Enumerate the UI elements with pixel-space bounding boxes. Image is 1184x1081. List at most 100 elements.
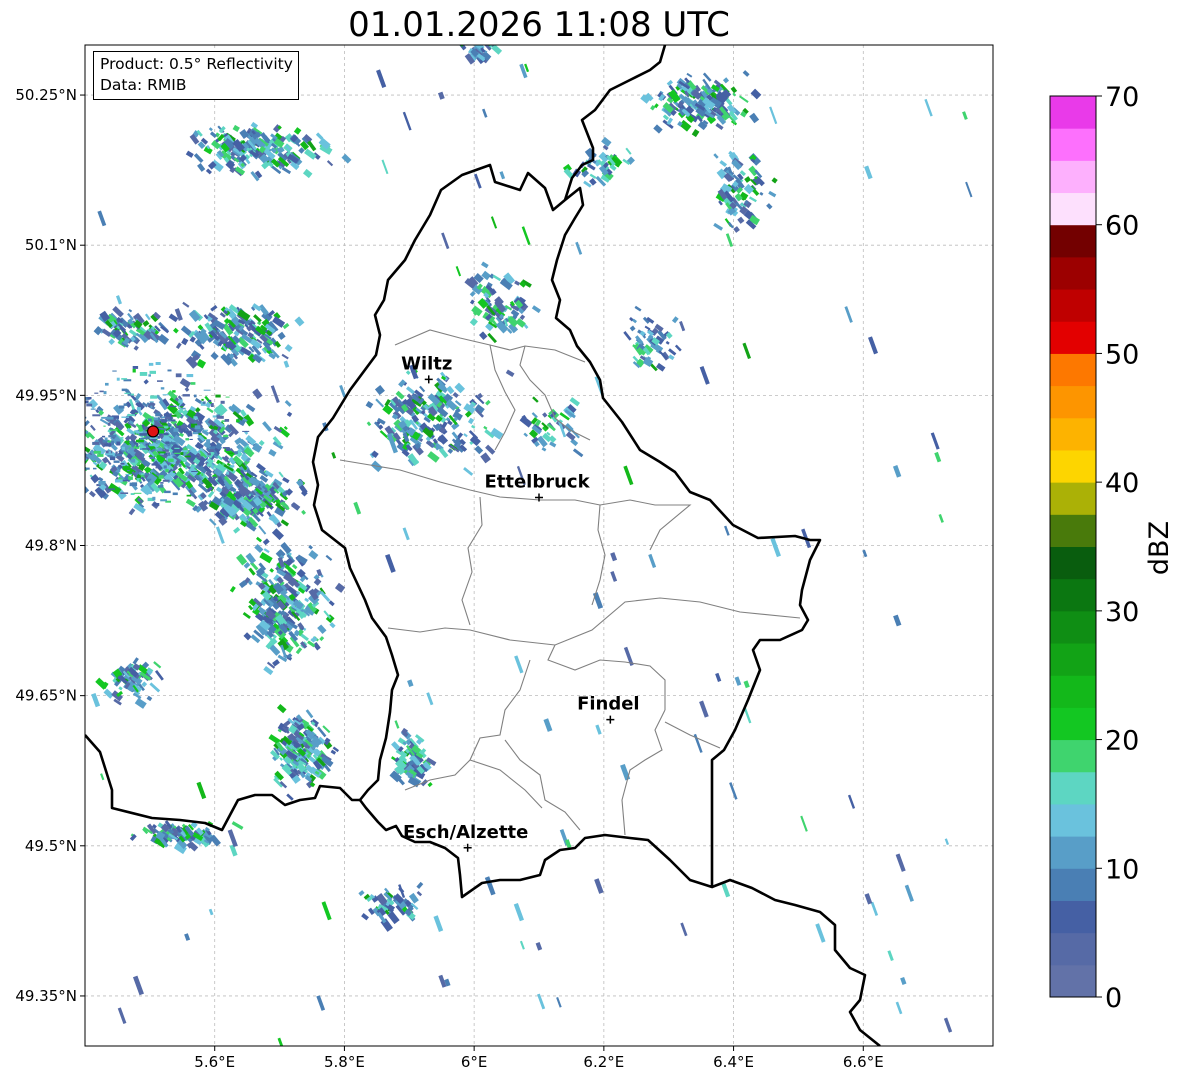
colorbar-tick-label: 20 [1105, 726, 1139, 757]
echo-cell [120, 492, 129, 494]
colorbar-swatch [1050, 514, 1096, 547]
echo-cell [105, 382, 109, 386]
echo-cell [132, 368, 136, 373]
echo-cell [213, 468, 216, 470]
echo-cell [207, 453, 211, 456]
echo-cell [136, 407, 141, 411]
echo-cell [43, 458, 54, 469]
echo-cell [203, 389, 211, 391]
colorbar-tick-label: 30 [1105, 597, 1139, 628]
echo-cell [234, 451, 238, 454]
lat-tick-label: 50.1°N [25, 236, 77, 254]
echo-cell [172, 492, 178, 496]
colorbar-swatch [1050, 771, 1096, 805]
colorbar-tick-label: 50 [1105, 339, 1139, 370]
echo-cell [153, 417, 159, 420]
echo-cell [182, 394, 190, 397]
echo-cell [199, 480, 203, 484]
lon-tick-label: 6.2°E [583, 1053, 624, 1071]
echo-cell [180, 406, 184, 408]
echo-cell [141, 473, 145, 475]
echo-cell [128, 476, 133, 480]
echo-cell [160, 387, 165, 390]
echo-cell [109, 428, 114, 430]
colorbar-swatch [1050, 964, 1096, 998]
echo-cell [164, 426, 169, 428]
lon-tick-label: 6.4°E [713, 1053, 754, 1071]
echo-cell [87, 397, 92, 400]
echo-cell [167, 458, 174, 462]
echo-cell [201, 473, 204, 476]
echo-cell [186, 374, 194, 378]
echo-cell [206, 439, 211, 443]
echo-cell [152, 496, 156, 501]
colorbar-swatch [1050, 224, 1096, 258]
colorbar-swatch [1050, 128, 1096, 161]
echo-cell [159, 443, 164, 446]
echo-cell [142, 448, 150, 450]
echo-cell [149, 370, 156, 374]
echo-cell [107, 455, 113, 457]
echo-cell [184, 455, 191, 458]
echo-cell [135, 439, 144, 443]
lat-tick-label: 49.95°N [15, 386, 77, 404]
colorbar-swatch [1050, 900, 1096, 934]
echo-cell [178, 407, 181, 409]
echo-cell [107, 422, 111, 426]
colorbar-swatch [1050, 707, 1096, 741]
echo-cell [225, 396, 230, 398]
colorbar-swatch [1050, 578, 1096, 612]
echo-cell [149, 443, 157, 447]
echo-cell [104, 443, 111, 447]
echo-cell [150, 395, 158, 399]
echo-cell [144, 490, 152, 495]
echo-cell [172, 390, 176, 393]
echo-cell [202, 401, 206, 404]
echo-cell [173, 428, 179, 432]
echo-cell [93, 467, 97, 470]
echo-cell [167, 453, 171, 456]
echo-cell [139, 479, 142, 482]
echo-cell [127, 414, 135, 417]
lat-tick-label: 49.35°N [15, 987, 77, 1005]
echo-cell [174, 447, 180, 449]
colorbar-swatch [1050, 385, 1096, 419]
echo-cell [90, 408, 96, 410]
echo-cell [223, 434, 229, 438]
echo-cell [124, 445, 130, 448]
echo-cell [39, 423, 51, 435]
colorbar-swatch [1050, 546, 1096, 580]
echo-cell [65, 448, 72, 455]
colorbar-swatch [1050, 932, 1096, 966]
colorbar: 0 10 20 30 40 50 60 70 dBZ [1049, 82, 1175, 1014]
echo-cell [212, 476, 217, 479]
map-plot-area[interactable] [85, 45, 993, 1046]
echo-cell [113, 460, 120, 463]
echo-cell [215, 394, 221, 398]
lon-tick-label: 5.6°E [194, 1053, 235, 1071]
echo-cell [85, 467, 90, 470]
echo-cell [170, 405, 177, 408]
echo-cell [211, 478, 216, 481]
echo-cell [185, 438, 189, 441]
echo-cell [149, 456, 155, 459]
echo-cell [191, 471, 198, 472]
echo-cell [165, 468, 169, 473]
echo-cell [121, 388, 128, 392]
echo-cell [64, 419, 69, 424]
echo-cell [28, 433, 36, 443]
echo-cell [73, 455, 79, 461]
colorbar-swatch [1050, 96, 1096, 129]
echo-cell [106, 416, 114, 420]
echo-cell [121, 446, 125, 451]
echo-cell [229, 465, 235, 468]
echo-cell [164, 416, 170, 420]
echo-cell [118, 405, 125, 409]
product-info-box: Product: 0.5° Reflectivity Data: RMIB [93, 51, 299, 100]
city-label: Esch/Alzette [403, 822, 528, 843]
echo-cell [171, 414, 177, 417]
echo-cell [122, 466, 131, 470]
echo-cell [209, 449, 214, 452]
echo-cell [162, 479, 170, 482]
echo-cell [108, 451, 111, 454]
